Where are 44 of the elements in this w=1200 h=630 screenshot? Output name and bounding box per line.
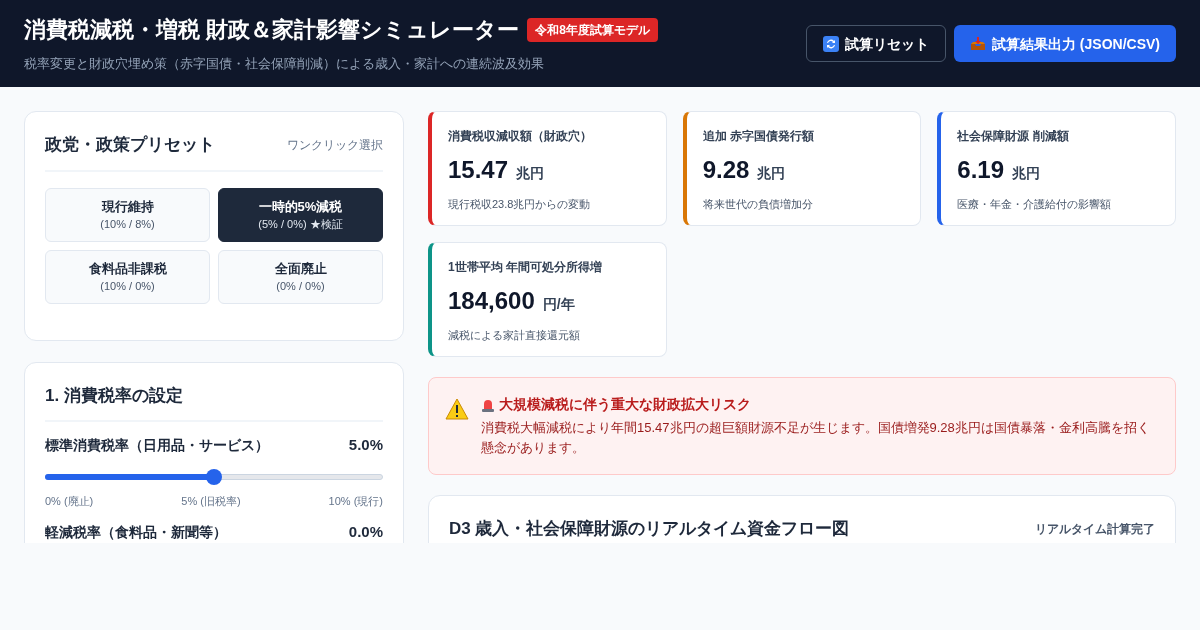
stat-note: 減税による家計直接還元額 (448, 328, 581, 343)
tick-label: 5% (旧税率) (181, 493, 241, 509)
card-title: 1. 消費税率の設定 (45, 382, 383, 422)
setting-label: 標準消費税率（日用品・サービス） (45, 436, 269, 456)
card-title: 政党・政策プリセット (45, 134, 215, 156)
card-hint: ワンクリック選択 (287, 136, 383, 153)
preset-button[interactable]: 食料品非課税 (10% / 0%) (45, 249, 210, 304)
page-subtitle: 税率変更と財政穴埋め策（赤字国債・社会保障削減）による歳入・家計への連続波及効果 (24, 55, 545, 74)
stat-label: 1世帯平均 年間可処分所得増 (448, 259, 603, 275)
stat-note: 現行税収23.8兆円からの変動 (448, 197, 592, 212)
stat-label: 消費税収減収額（財政穴） (448, 128, 593, 144)
model-badge: 令和8年度試算モデル (527, 17, 658, 42)
stat-value: 184,600 (448, 286, 535, 316)
page-title: 消費税減税・増税 財政＆家計影響シミュレーター (24, 16, 520, 45)
card-title: D3 歳入・社会保障財源のリアルタイム資金フロー図 (449, 518, 850, 540)
inbox-tray-icon (970, 35, 986, 52)
tick-label: 0% (廃止) (45, 493, 94, 509)
alert-text: 消費税大幅減税により年間15.47兆円の超巨額財源不足が生じます。国債増発9.28兆円は国債暴落・金利高騰を招く懸念があります。 (481, 419, 1151, 457)
export-button[interactable]: 試算結果出力 (JSON/CSV) (954, 25, 1176, 62)
stat-label: 社会保障財源 削減額 (957, 128, 1070, 144)
setting-label: 軽減税率（食料品・新聞等） (45, 523, 227, 543)
stat-note: 医療・年金・介護給付の影響額 (957, 197, 1113, 212)
stat-value: 15.47 (448, 155, 509, 185)
preset-button[interactable]: 全面廃止 (0% / 0%) (218, 249, 383, 304)
stat-label: 追加 赤字国債発行額 (702, 128, 815, 144)
preset-button[interactable]: 現行維持 (10% / 8%) (45, 187, 210, 242)
stat-unit: 円/年 (542, 295, 575, 314)
status-text: リアルタイム計算完了 (1035, 520, 1155, 537)
slider-track[interactable] (45, 468, 383, 485)
stat-value: 9.28 (702, 155, 750, 185)
refresh-icon (823, 35, 839, 52)
warning-icon (445, 398, 469, 420)
stat-unit: 兆円 (1012, 164, 1041, 183)
alert-title: 大規模減税に伴う重大な財政拡大リスク (499, 395, 751, 414)
setting-value: 5.0% (348, 435, 383, 455)
setting-value: 0.0% (348, 522, 383, 542)
stat-unit: 兆円 (757, 164, 786, 183)
stat-unit: 兆円 (516, 164, 545, 183)
reset-button[interactable]: 試算リセット (806, 25, 946, 62)
stat-value: 6.19 (957, 155, 1005, 185)
preset-button[interactable]: 一時的5%減税 (5% / 0%) ★検証 (218, 187, 383, 242)
tick-label: 10% (現行) (328, 493, 383, 509)
stat-note: 将来世代の負債増加分 (702, 197, 814, 212)
slider-thumb[interactable] (206, 468, 222, 485)
